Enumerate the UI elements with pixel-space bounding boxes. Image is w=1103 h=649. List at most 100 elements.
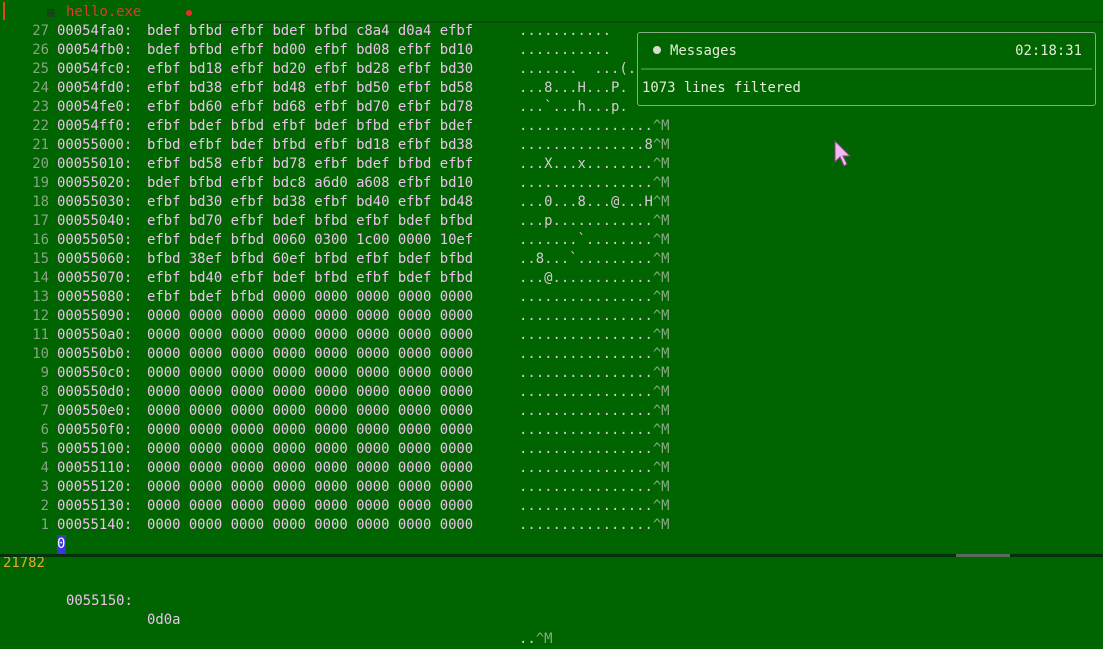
hex-row[interactable]: 2 00055130: 0000 0000 0000 0000 0000 0000 …	[0, 497, 700, 516]
hex-row[interactable]: 18 00055030: efbf bd30 efbf bd38 efbf bd40…	[0, 193, 700, 212]
hex-row[interactable]: 13 00055080: efbf bdef bfbd 0000 0000 0000…	[0, 288, 700, 307]
eol-marker: ^M	[652, 460, 670, 476]
row-ascii-text: .......`........	[519, 232, 653, 248]
hex-row[interactable]: 7 000550e0: 0000 0000 0000 0000 0000 0000 …	[0, 402, 700, 421]
row-address: 00055050:	[57, 232, 133, 248]
row-hex-bytes: bdef bfbd efbf bdef bfbd c8a4 d0a4 efbf	[147, 23, 474, 39]
hex-row[interactable]: 19 00055020: bdef bfbd efbf bdc8 a6d0 a608…	[0, 174, 700, 193]
hex-row[interactable]: 25 00054fc0: efbf bd18 efbf bd20 efbf bd28…	[0, 60, 700, 79]
row-hex-bytes: 0000 0000 0000 0000 0000 0000 0000 0000	[147, 308, 474, 324]
hex-row[interactable]: 16 00055050: efbf bdef bfbd 0060 0300 1c00…	[0, 231, 700, 250]
line-number: 5	[40, 441, 49, 457]
row-hex-bytes: 0000 0000 0000 0000 0000 0000 0000 0000	[147, 403, 474, 419]
messages-popup[interactable]: Messages 02:18:31 1073 lines filtered	[637, 32, 1096, 106]
hex-row[interactable]: 12 00055090: 0000 0000 0000 0000 0000 0000…	[0, 307, 700, 326]
row-hex-bytes: 0000 0000 0000 0000 0000 0000 0000 0000	[147, 441, 474, 457]
info-icon	[653, 46, 661, 54]
messages-title: Messages	[670, 43, 737, 59]
row-address: 00055110:	[57, 460, 133, 476]
row-ascii-text: ..8...`.........	[519, 251, 653, 267]
line-number: 21	[32, 137, 49, 153]
hex-row[interactable]: 24 00054fd0: efbf bd38 efbf bd48 efbf bd50…	[0, 79, 700, 98]
line-number: 8	[40, 384, 49, 400]
row-ascii: ................^M	[519, 421, 670, 440]
hex-row[interactable]: 8 000550d0: 0000 0000 0000 0000 0000 0000 …	[0, 383, 700, 402]
row-ascii: ...`...h...p.	[519, 98, 628, 117]
line-number: 16	[32, 232, 49, 248]
row-hex-bytes: 0000 0000 0000 0000 0000 0000 0000 0000	[147, 498, 474, 514]
hex-row[interactable]: 17 00055040: efbf bd70 efbf bdef bfbd efbf…	[0, 212, 700, 231]
hex-row[interactable]: 3 00055120: 0000 0000 0000 0000 0000 0000 …	[0, 478, 700, 497]
line-number: 7	[40, 403, 49, 419]
hex-row[interactable]: 22 00054ff0: efbf bdef bfbd efbf bdef bfbd…	[0, 117, 700, 136]
eol-marker: ^M	[652, 175, 670, 191]
row-ascii-text: ...X...x........	[519, 156, 653, 172]
line-number: 2	[40, 498, 49, 514]
row-hex-bytes: 0000 0000 0000 0000 0000 0000 0000 0000	[147, 346, 474, 362]
row-ascii: ...8...H...P.	[519, 79, 628, 98]
row-ascii: ...@............^M	[519, 269, 670, 288]
current-line[interactable]: 21782 0 0055150: 0d0a ..^M	[0, 535, 1103, 647]
row-hex-bytes: efbf bd38 efbf bd48 efbf bd50 efbf bd58	[147, 80, 474, 96]
hex-row[interactable]: 4 00055110: 0000 0000 0000 0000 0000 0000 …	[0, 459, 700, 478]
row-ascii: ...........	[519, 22, 611, 41]
hex-row[interactable]: 23 00054fe0: efbf bd60 efbf bd68 efbf bd70…	[0, 98, 700, 117]
hex-row[interactable]: 9 000550c0: 0000 0000 0000 0000 0000 0000 …	[0, 364, 700, 383]
row-ascii-text: ...0...8...@...H	[519, 194, 653, 210]
row-ascii: ................^M	[519, 174, 670, 193]
hex-row[interactable]: 20 00055010: efbf bd58 efbf bd78 efbf bdef…	[0, 155, 700, 174]
hex-row[interactable]: 15 00055060: bfbd 38ef bfbd 60ef bfbd efbf…	[0, 250, 700, 269]
hex-row[interactable]: 26 00054fb0: bdef bfbd efbf bd00 efbf bd08…	[0, 41, 700, 60]
eol-marker: ^M	[652, 365, 670, 381]
tab-hello-exe[interactable]: hello.exe	[66, 3, 141, 21]
row-hex-bytes: efbf bd30 efbf bd38 efbf bd40 efbf bd48	[147, 194, 474, 210]
eol-marker: ^M	[652, 384, 670, 400]
row-ascii-text: ................	[519, 384, 653, 400]
file-icon: ▤	[47, 5, 55, 19]
row-ascii-text: ................	[519, 346, 653, 362]
eol-marker: ^M	[652, 517, 670, 533]
row-ascii: ................^M	[519, 402, 670, 421]
row-hex-bytes: efbf bd18 efbf bd20 efbf bd28 efbf bd30	[147, 61, 474, 77]
row-ascii: ................^M	[519, 345, 670, 364]
line-number: 20	[32, 156, 49, 172]
row-address: 000550d0:	[57, 384, 133, 400]
row-ascii-text: ...8...H...P.	[519, 80, 628, 96]
row-ascii-text: ...`...h...p.	[519, 99, 628, 115]
eol-marker: ^M	[652, 346, 670, 362]
eol-marker: ^M	[652, 156, 670, 172]
hex-row[interactable]: 21 00055000: bfbd efbf bdef bfbd efbf bd18…	[0, 136, 700, 155]
line-number: 1	[40, 517, 49, 533]
row-ascii-text: ................	[519, 308, 653, 324]
hex-row[interactable]: 10 000550b0: 0000 0000 0000 0000 0000 0000…	[0, 345, 700, 364]
row-address: 000550f0:	[57, 422, 133, 438]
line-number: 3	[40, 479, 49, 495]
modified-dot-icon	[186, 10, 192, 16]
line-number: 15	[32, 251, 49, 267]
hex-row[interactable]: 6 000550f0: 0000 0000 0000 0000 0000 0000 …	[0, 421, 700, 440]
line-number: 11	[32, 327, 49, 343]
hex-row[interactable]: 1 00055140: 0000 0000 0000 0000 0000 0000 …	[0, 516, 700, 535]
line-number: 22	[32, 118, 49, 134]
hex-row[interactable]: 5 00055100: 0000 0000 0000 0000 0000 0000 …	[0, 440, 700, 459]
hex-row[interactable]: 11 000550a0: 0000 0000 0000 0000 0000 0000…	[0, 326, 700, 345]
row-ascii-text: ................	[519, 479, 653, 495]
row-ascii-text: ................	[519, 403, 653, 419]
row-ascii-text: ................	[519, 327, 653, 343]
row-address: 00055100:	[57, 441, 133, 457]
row-ascii: ................^M	[519, 326, 670, 345]
row-address: 00054fd0:	[57, 80, 133, 96]
row-hex-bytes: 0000 0000 0000 0000 0000 0000 0000 0000	[147, 460, 474, 476]
row-hex-bytes: bfbd 38ef bfbd 60ef bfbd efbf bdef bfbd	[147, 251, 474, 267]
hex-row[interactable]: 14 00055070: efbf bd40 efbf bdef bfbd efbf…	[0, 269, 700, 288]
row-ascii-text: ................	[519, 175, 653, 191]
row-ascii: ...p............^M	[519, 212, 670, 231]
row-hex-bytes: efbf bd70 efbf bdef bfbd efbf bdef bfbd	[147, 213, 474, 229]
hex-row[interactable]: 27 00054fa0: bdef bfbd efbf bdef bfbd c8a4…	[0, 22, 700, 41]
row-address: 00055140:	[57, 517, 133, 533]
row-ascii: ...0...8...@...H^M	[519, 193, 670, 212]
line-number: 6	[40, 422, 49, 438]
row-ascii: ...........	[519, 41, 611, 60]
row-ascii-text: ................	[519, 118, 653, 134]
row-address: 00055010:	[57, 156, 133, 172]
